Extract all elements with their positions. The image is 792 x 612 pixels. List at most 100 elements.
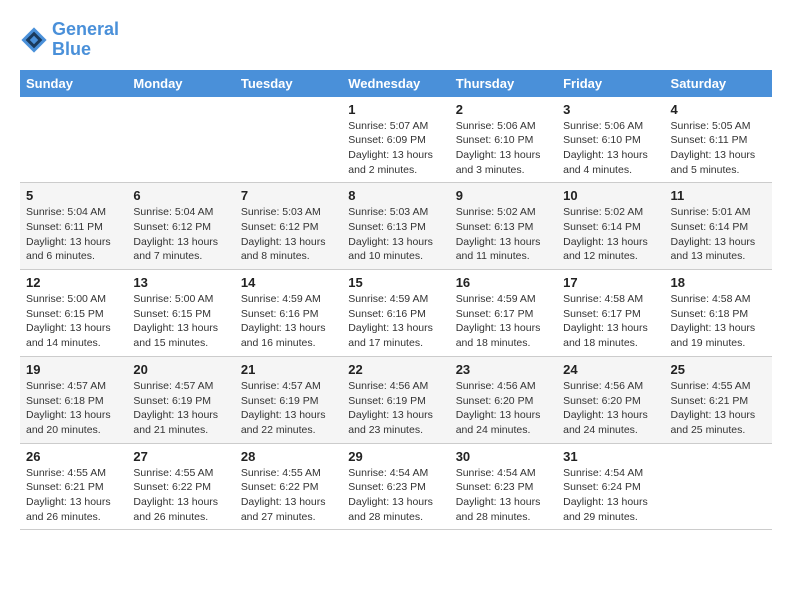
day-number: 31 (563, 449, 658, 464)
day-info: Sunrise: 5:01 AM Sunset: 6:14 PM Dayligh… (671, 205, 766, 264)
calendar-cell: 25 Sunrise: 4:55 AM Sunset: 6:21 PM Dayli… (665, 356, 772, 443)
day-info: Sunrise: 4:59 AM Sunset: 6:17 PM Dayligh… (456, 292, 551, 351)
day-number: 17 (563, 275, 658, 290)
calendar-table: SundayMondayTuesdayWednesdayThursdayFrid… (20, 70, 772, 531)
day-info: Sunrise: 5:06 AM Sunset: 6:10 PM Dayligh… (563, 119, 658, 178)
calendar-cell: 16 Sunrise: 4:59 AM Sunset: 6:17 PM Dayli… (450, 270, 557, 357)
day-number: 22 (348, 362, 443, 377)
calendar-cell (665, 443, 772, 530)
day-info: Sunrise: 4:54 AM Sunset: 6:23 PM Dayligh… (348, 466, 443, 525)
logo: General Blue (20, 20, 119, 60)
day-number: 5 (26, 188, 121, 203)
day-number: 16 (456, 275, 551, 290)
calendar-header-sunday: Sunday (20, 70, 127, 97)
day-number: 15 (348, 275, 443, 290)
calendar-cell: 8 Sunrise: 5:03 AM Sunset: 6:13 PM Daylig… (342, 183, 449, 270)
day-info: Sunrise: 4:56 AM Sunset: 6:20 PM Dayligh… (563, 379, 658, 438)
calendar-cell: 29 Sunrise: 4:54 AM Sunset: 6:23 PM Dayli… (342, 443, 449, 530)
day-info: Sunrise: 5:03 AM Sunset: 6:13 PM Dayligh… (348, 205, 443, 264)
calendar-cell: 1 Sunrise: 5:07 AM Sunset: 6:09 PM Daylig… (342, 97, 449, 183)
day-number: 4 (671, 102, 766, 117)
day-info: Sunrise: 4:55 AM Sunset: 6:21 PM Dayligh… (671, 379, 766, 438)
calendar-cell: 20 Sunrise: 4:57 AM Sunset: 6:19 PM Dayli… (127, 356, 234, 443)
calendar-cell: 21Sunrise: 4:57 AM Sunset: 6:19 PM Dayli… (235, 356, 342, 443)
calendar-cell: 26Sunrise: 4:55 AM Sunset: 6:21 PM Dayli… (20, 443, 127, 530)
day-info: Sunrise: 4:55 AM Sunset: 6:22 PM Dayligh… (133, 466, 228, 525)
day-number: 20 (133, 362, 228, 377)
calendar-cell: 5 Sunrise: 5:04 AM Sunset: 6:11 PM Daylig… (20, 183, 127, 270)
calendar-week-row: 5 Sunrise: 5:04 AM Sunset: 6:11 PM Daylig… (20, 183, 772, 270)
day-info: Sunrise: 4:54 AM Sunset: 6:23 PM Dayligh… (456, 466, 551, 525)
calendar-cell: 13 Sunrise: 5:00 AM Sunset: 6:15 PM Dayli… (127, 270, 234, 357)
day-info: Sunrise: 5:04 AM Sunset: 6:12 PM Dayligh… (133, 205, 228, 264)
calendar-cell: 15 Sunrise: 4:59 AM Sunset: 6:16 PM Dayli… (342, 270, 449, 357)
calendar-header-row: SundayMondayTuesdayWednesdayThursdayFrid… (20, 70, 772, 97)
calendar-cell: 14 Sunrise: 4:59 AM Sunset: 6:16 PM Dayli… (235, 270, 342, 357)
day-number: 19 (26, 362, 121, 377)
calendar-week-row: 1 Sunrise: 5:07 AM Sunset: 6:09 PM Daylig… (20, 97, 772, 183)
calendar-cell: 7 Sunrise: 5:03 AM Sunset: 6:12 PM Daylig… (235, 183, 342, 270)
calendar-cell: 18 Sunrise: 4:58 AM Sunset: 6:18 PM Dayli… (665, 270, 772, 357)
calendar-cell: 19 Sunrise: 4:57 AM Sunset: 6:18 PM Dayli… (20, 356, 127, 443)
day-number: 26 (26, 449, 121, 464)
calendar-cell: 6 Sunrise: 5:04 AM Sunset: 6:12 PM Daylig… (127, 183, 234, 270)
calendar-cell: 27 Sunrise: 4:55 AM Sunset: 6:22 PM Dayli… (127, 443, 234, 530)
day-number: 28 (241, 449, 336, 464)
calendar-header-wednesday: Wednesday (342, 70, 449, 97)
day-info: Sunrise: 5:07 AM Sunset: 6:09 PM Dayligh… (348, 119, 443, 178)
day-number: 10 (563, 188, 658, 203)
day-info: Sunrise: 4:55 AM Sunset: 6:22 PM Dayligh… (241, 466, 336, 525)
day-info: Sunrise: 5:02 AM Sunset: 6:13 PM Dayligh… (456, 205, 551, 264)
calendar-cell: 11 Sunrise: 5:01 AM Sunset: 6:14 PM Dayli… (665, 183, 772, 270)
day-info: Sunrise: 4:58 AM Sunset: 6:17 PM Dayligh… (563, 292, 658, 351)
day-number: 7 (241, 188, 336, 203)
calendar-header-thursday: Thursday (450, 70, 557, 97)
day-info: Sunrise: 5:04 AM Sunset: 6:11 PM Dayligh… (26, 205, 121, 264)
calendar-header-monday: Monday (127, 70, 234, 97)
calendar-cell (235, 97, 342, 183)
day-number: 12 (26, 275, 121, 290)
day-number: 9 (456, 188, 551, 203)
day-number: 11 (671, 188, 766, 203)
calendar-header-tuesday: Tuesday (235, 70, 342, 97)
calendar-week-row: 19 Sunrise: 4:57 AM Sunset: 6:18 PM Dayli… (20, 356, 772, 443)
day-number: 14 (241, 275, 336, 290)
calendar-cell: 23 Sunrise: 4:56 AM Sunset: 6:20 PM Dayli… (450, 356, 557, 443)
calendar-cell: 2Sunrise: 5:06 AM Sunset: 6:10 PM Daylig… (450, 97, 557, 183)
calendar-header-saturday: Saturday (665, 70, 772, 97)
day-number: 1 (348, 102, 443, 117)
day-number: 27 (133, 449, 228, 464)
day-info: Sunrise: 4:58 AM Sunset: 6:18 PM Dayligh… (671, 292, 766, 351)
day-info: Sunrise: 5:05 AM Sunset: 6:11 PM Dayligh… (671, 119, 766, 178)
calendar-cell: 9 Sunrise: 5:02 AM Sunset: 6:13 PM Daylig… (450, 183, 557, 270)
day-number: 18 (671, 275, 766, 290)
calendar-cell: 28 Sunrise: 4:55 AM Sunset: 6:22 PM Dayli… (235, 443, 342, 530)
day-number: 6 (133, 188, 228, 203)
calendar-cell (127, 97, 234, 183)
day-number: 21 (241, 362, 336, 377)
calendar-cell: 22Sunrise: 4:56 AM Sunset: 6:19 PM Dayli… (342, 356, 449, 443)
calendar-cell: 30Sunrise: 4:54 AM Sunset: 6:23 PM Dayli… (450, 443, 557, 530)
day-info: Sunrise: 5:00 AM Sunset: 6:15 PM Dayligh… (133, 292, 228, 351)
day-info: Sunrise: 4:56 AM Sunset: 6:20 PM Dayligh… (456, 379, 551, 438)
calendar-cell: 24 Sunrise: 4:56 AM Sunset: 6:20 PM Dayli… (557, 356, 664, 443)
day-number: 25 (671, 362, 766, 377)
day-number: 3 (563, 102, 658, 117)
day-number: 29 (348, 449, 443, 464)
day-number: 23 (456, 362, 551, 377)
day-info: Sunrise: 4:57 AM Sunset: 6:19 PM Dayligh… (133, 379, 228, 438)
day-info: Sunrise: 5:00 AM Sunset: 6:15 PM Dayligh… (26, 292, 121, 351)
calendar-cell: 12 Sunrise: 5:00 AM Sunset: 6:15 PM Dayli… (20, 270, 127, 357)
logo-icon (20, 26, 48, 54)
day-number: 13 (133, 275, 228, 290)
day-info: Sunrise: 4:57 AM Sunset: 6:18 PM Dayligh… (26, 379, 121, 438)
day-number: 24 (563, 362, 658, 377)
day-number: 8 (348, 188, 443, 203)
calendar-cell: 31Sunrise: 4:54 AM Sunset: 6:24 PM Dayli… (557, 443, 664, 530)
calendar-cell: 3 Sunrise: 5:06 AM Sunset: 6:10 PM Daylig… (557, 97, 664, 183)
calendar-week-row: 12 Sunrise: 5:00 AM Sunset: 6:15 PM Dayli… (20, 270, 772, 357)
day-info: Sunrise: 4:59 AM Sunset: 6:16 PM Dayligh… (241, 292, 336, 351)
day-info: Sunrise: 5:03 AM Sunset: 6:12 PM Dayligh… (241, 205, 336, 264)
calendar-cell: 17 Sunrise: 4:58 AM Sunset: 6:17 PM Dayli… (557, 270, 664, 357)
day-info: Sunrise: 4:59 AM Sunset: 6:16 PM Dayligh… (348, 292, 443, 351)
